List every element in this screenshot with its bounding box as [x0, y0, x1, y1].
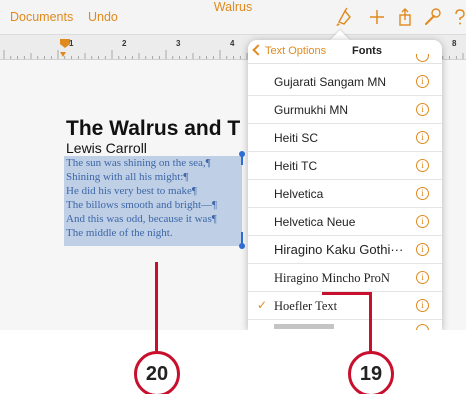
font-name: Hiragino Kaku Gothi··· [274, 242, 404, 257]
font-row[interactable]: Hiragino Mincho ProN i [248, 264, 442, 292]
ruler-number: 8 [452, 39, 457, 48]
info-icon[interactable]: i [416, 215, 429, 228]
wrench-settings-icon[interactable] [421, 6, 443, 28]
info-icon[interactable]: i [416, 299, 429, 312]
font-row[interactable]: Hiragino Kaku Gothi··· i [248, 236, 442, 264]
font-name: Heiti SC [274, 131, 319, 145]
poem-line: He did his very best to make¶ [66, 185, 197, 197]
toolbar: Documents Undo Walrus [0, 0, 466, 34]
info-icon [416, 324, 429, 330]
ruler-number: 3 [176, 39, 181, 48]
undo-button[interactable]: Undo [88, 10, 118, 24]
font-row[interactable]: Heiti TC i [248, 152, 442, 180]
documents-button[interactable]: Documents [10, 10, 73, 24]
share-icon[interactable] [394, 6, 416, 28]
info-icon[interactable]: i [416, 243, 429, 256]
document-heading: The Walrus and T [66, 117, 241, 140]
info-icon[interactable]: i [416, 159, 429, 172]
poem-line: The sun was shining on the sea,¶ [66, 157, 211, 169]
font-row-partial [248, 320, 442, 330]
font-row-partial [248, 50, 442, 68]
font-row[interactable]: Helvetica Neue i [248, 208, 442, 236]
ruler-number: 2 [122, 39, 127, 48]
info-icon[interactable]: i [416, 187, 429, 200]
info-icon[interactable]: i [416, 103, 429, 116]
callout-19-horizontal-line [322, 292, 372, 295]
info-icon [416, 54, 429, 62]
info-icon[interactable]: i [416, 271, 429, 284]
font-name: Gurmukhi MN [274, 103, 349, 117]
info-icon[interactable]: i [416, 75, 429, 88]
font-name: Helvetica Neue [274, 215, 356, 229]
selection-start-bar [241, 155, 243, 165]
poem-line: Shining with all his might:¶ [66, 171, 189, 183]
font-name: Hoefler Text [274, 299, 338, 313]
poem-line: The middle of the night. [66, 227, 173, 239]
font-row[interactable]: Heiti SC i [248, 124, 442, 152]
document-author: Lewis Carroll [66, 140, 147, 156]
fonts-popover: Text Options Fonts Gujarati Sangam MN i … [248, 40, 442, 330]
callout-20-badge: 20 [134, 351, 180, 394]
info-icon[interactable]: i [416, 131, 429, 144]
callout-20-line [155, 262, 158, 357]
poem-line: The billows smooth and bright—¶ [66, 199, 218, 211]
poem-line: And this was odd, because it was¶ [66, 213, 217, 225]
checkmark-icon: ✓ [257, 298, 268, 312]
font-name: Heiti TC [274, 159, 318, 173]
format-paintbrush-icon[interactable] [333, 6, 355, 28]
ruler-number: 4 [230, 39, 235, 48]
insert-plus-icon[interactable] [366, 6, 388, 28]
callout-19-vertical-line [369, 292, 372, 357]
font-row[interactable]: Gujarati Sangam MN i [248, 68, 442, 96]
font-row[interactable]: Helvetica i [248, 180, 442, 208]
font-name: Gujarati Sangam MN [274, 75, 387, 89]
partial-text [274, 324, 334, 329]
callout-19-badge: 19 [348, 351, 394, 394]
ruler-number: 1 [69, 39, 74, 48]
app-screen: Documents Undo Walrus 1 2 3 4 8 The Walr… [0, 0, 466, 330]
font-name: Hiragino Mincho ProN [274, 271, 390, 285]
help-icon[interactable] [449, 6, 466, 28]
font-row-selected[interactable]: ✓ Hoefler Text i [248, 292, 442, 320]
font-row[interactable]: Gurmukhi MN i [248, 96, 442, 124]
font-name: Helvetica [274, 187, 324, 201]
selection-end-handle[interactable] [239, 243, 245, 249]
